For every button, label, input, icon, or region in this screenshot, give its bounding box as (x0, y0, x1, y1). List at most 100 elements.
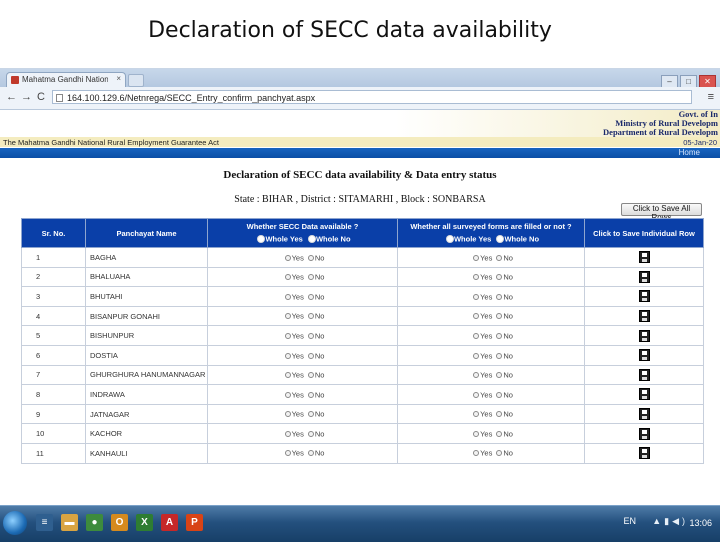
save-floppy-icon[interactable] (638, 251, 650, 264)
forms-no-radio[interactable] (496, 372, 503, 379)
table-row: 1 BAGHA Yes No Yes No (21, 247, 704, 268)
secc-yes-radio[interactable] (284, 372, 291, 379)
save-floppy-icon[interactable] (638, 270, 650, 283)
acrobat-icon[interactable]: A (161, 514, 178, 531)
no-label: No (314, 409, 325, 419)
secc-no-radio[interactable] (307, 450, 314, 457)
secc-yes-radio[interactable] (284, 411, 291, 418)
back-arrow-icon[interactable]: ← (6, 91, 17, 103)
forms-yes-radio[interactable] (473, 313, 480, 320)
row-secc-options: Yes No (207, 266, 398, 288)
forms-no-radio[interactable] (496, 254, 503, 261)
excel-icon[interactable]: X (136, 514, 153, 531)
forms-whole-no-radio[interactable] (497, 236, 504, 243)
new-tab-button[interactable] (128, 74, 144, 87)
secc-no-radio[interactable] (307, 391, 314, 398)
secc-yes-radio[interactable] (284, 391, 291, 398)
forms-whole-yes-radio[interactable] (446, 236, 453, 243)
save-floppy-icon[interactable] (638, 388, 650, 401)
row-forms-options: Yes No (397, 423, 585, 444)
forms-no-radio[interactable] (496, 411, 503, 418)
secc-no-radio[interactable] (307, 352, 314, 359)
no-label: No (503, 331, 513, 341)
start-button-icon[interactable] (3, 511, 27, 535)
save-floppy-icon[interactable] (638, 408, 650, 421)
row-panchayat-name: KANHAULI (85, 442, 208, 464)
forms-no-radio[interactable] (496, 450, 503, 457)
forms-yes-radio[interactable] (473, 411, 480, 418)
clock[interactable]: 13:06 (689, 518, 712, 528)
browser-tab[interactable]: Mahatma Gandhi National × (6, 72, 126, 88)
no-label: No (503, 390, 513, 400)
save-floppy-icon[interactable] (638, 368, 650, 381)
outlook-icon[interactable]: O (111, 514, 128, 531)
secc-no-radio[interactable] (307, 430, 314, 437)
no-label: No (503, 409, 513, 419)
secc-yes-radio[interactable] (284, 332, 291, 339)
forms-yes-radio[interactable] (473, 332, 480, 339)
secc-yes-radio[interactable] (284, 254, 291, 261)
yes-label: Yes (291, 429, 304, 439)
forms-no-radio[interactable] (496, 352, 503, 359)
secc-no-radio[interactable] (307, 254, 314, 261)
tab-close-icon[interactable]: × (116, 74, 121, 83)
reload-icon[interactable]: C (37, 91, 45, 103)
secc-yes-radio[interactable] (284, 313, 291, 320)
save-floppy-icon[interactable] (638, 329, 650, 342)
secc-no-radio[interactable] (307, 274, 314, 281)
url-input[interactable]: 164.100.129.6/Netnrega/SECC_Entry_confir… (52, 90, 692, 104)
secc-whole-no-radio[interactable] (308, 236, 315, 243)
forms-no-radio[interactable] (496, 274, 503, 281)
language-indicator[interactable]: EN (623, 516, 636, 526)
save-floppy-icon[interactable] (638, 349, 650, 362)
forms-yes-radio[interactable] (473, 352, 480, 359)
folder-icon[interactable]: ▬ (61, 514, 78, 531)
home-link[interactable]: Home (679, 148, 700, 157)
forms-yes-radio[interactable] (473, 391, 480, 398)
department-line: Department of Rural Developm (603, 127, 718, 137)
forms-no-radio[interactable] (496, 332, 503, 339)
table-header-row: Sr. No. Panchayat Name Whether SECC Data… (21, 218, 704, 248)
secc-no-radio[interactable] (307, 372, 314, 379)
yes-label: Yes (480, 311, 493, 321)
save-all-rows-button[interactable]: Click to Save All Rows (621, 203, 702, 222)
browser-menu-icon[interactable]: ≡ (708, 91, 714, 103)
secc-no-radio[interactable] (307, 332, 314, 339)
forms-no-radio[interactable] (496, 430, 503, 437)
secc-no-radio[interactable] (307, 411, 314, 418)
whole-no-label: Whole No (504, 234, 540, 244)
powerpoint-icon[interactable]: P (186, 514, 203, 531)
forms-no-radio[interactable] (496, 313, 503, 320)
forms-yes-radio[interactable] (473, 293, 480, 300)
location-line: State : BIHAR , District : SITAMARHI , B… (234, 194, 486, 205)
table-row: 7 GHURGHURA HANUMANNAGAR Yes No Yes No (21, 364, 704, 386)
secc-whole-yes-radio[interactable] (258, 236, 265, 243)
row-panchayat-name: INDRAWA (85, 384, 208, 405)
save-floppy-icon[interactable] (638, 427, 650, 440)
forms-yes-radio[interactable] (473, 450, 480, 457)
col-secc-available: Whether SECC Data available ? Whole Yes … (207, 218, 398, 248)
secc-no-radio[interactable] (307, 313, 314, 320)
secc-yes-radio[interactable] (284, 352, 291, 359)
secc-yes-radio[interactable] (284, 430, 291, 437)
forms-yes-radio[interactable] (473, 254, 480, 261)
yes-label: Yes (480, 370, 493, 380)
forms-no-radio[interactable] (496, 391, 503, 398)
forms-yes-radio[interactable] (473, 274, 480, 281)
forms-yes-radio[interactable] (473, 430, 480, 437)
secc-yes-radio[interactable] (284, 293, 291, 300)
secc-no-radio[interactable] (307, 293, 314, 300)
system-tray-icons[interactable]: ▲▮◀) (652, 516, 688, 527)
save-floppy-icon[interactable] (638, 310, 650, 323)
save-floppy-icon[interactable] (638, 290, 650, 303)
explorer-icon[interactable]: ≡ (36, 514, 53, 531)
secc-yes-radio[interactable] (284, 450, 291, 457)
chrome-icon[interactable]: ● (86, 514, 103, 531)
forms-yes-radio[interactable] (473, 372, 480, 379)
save-floppy-icon[interactable] (638, 447, 650, 460)
forms-no-radio[interactable] (496, 293, 503, 300)
secc-yes-radio[interactable] (284, 274, 291, 281)
forward-arrow-icon[interactable]: → (21, 91, 32, 103)
yes-label: Yes (291, 272, 304, 282)
row-forms-options: Yes No (397, 344, 585, 366)
